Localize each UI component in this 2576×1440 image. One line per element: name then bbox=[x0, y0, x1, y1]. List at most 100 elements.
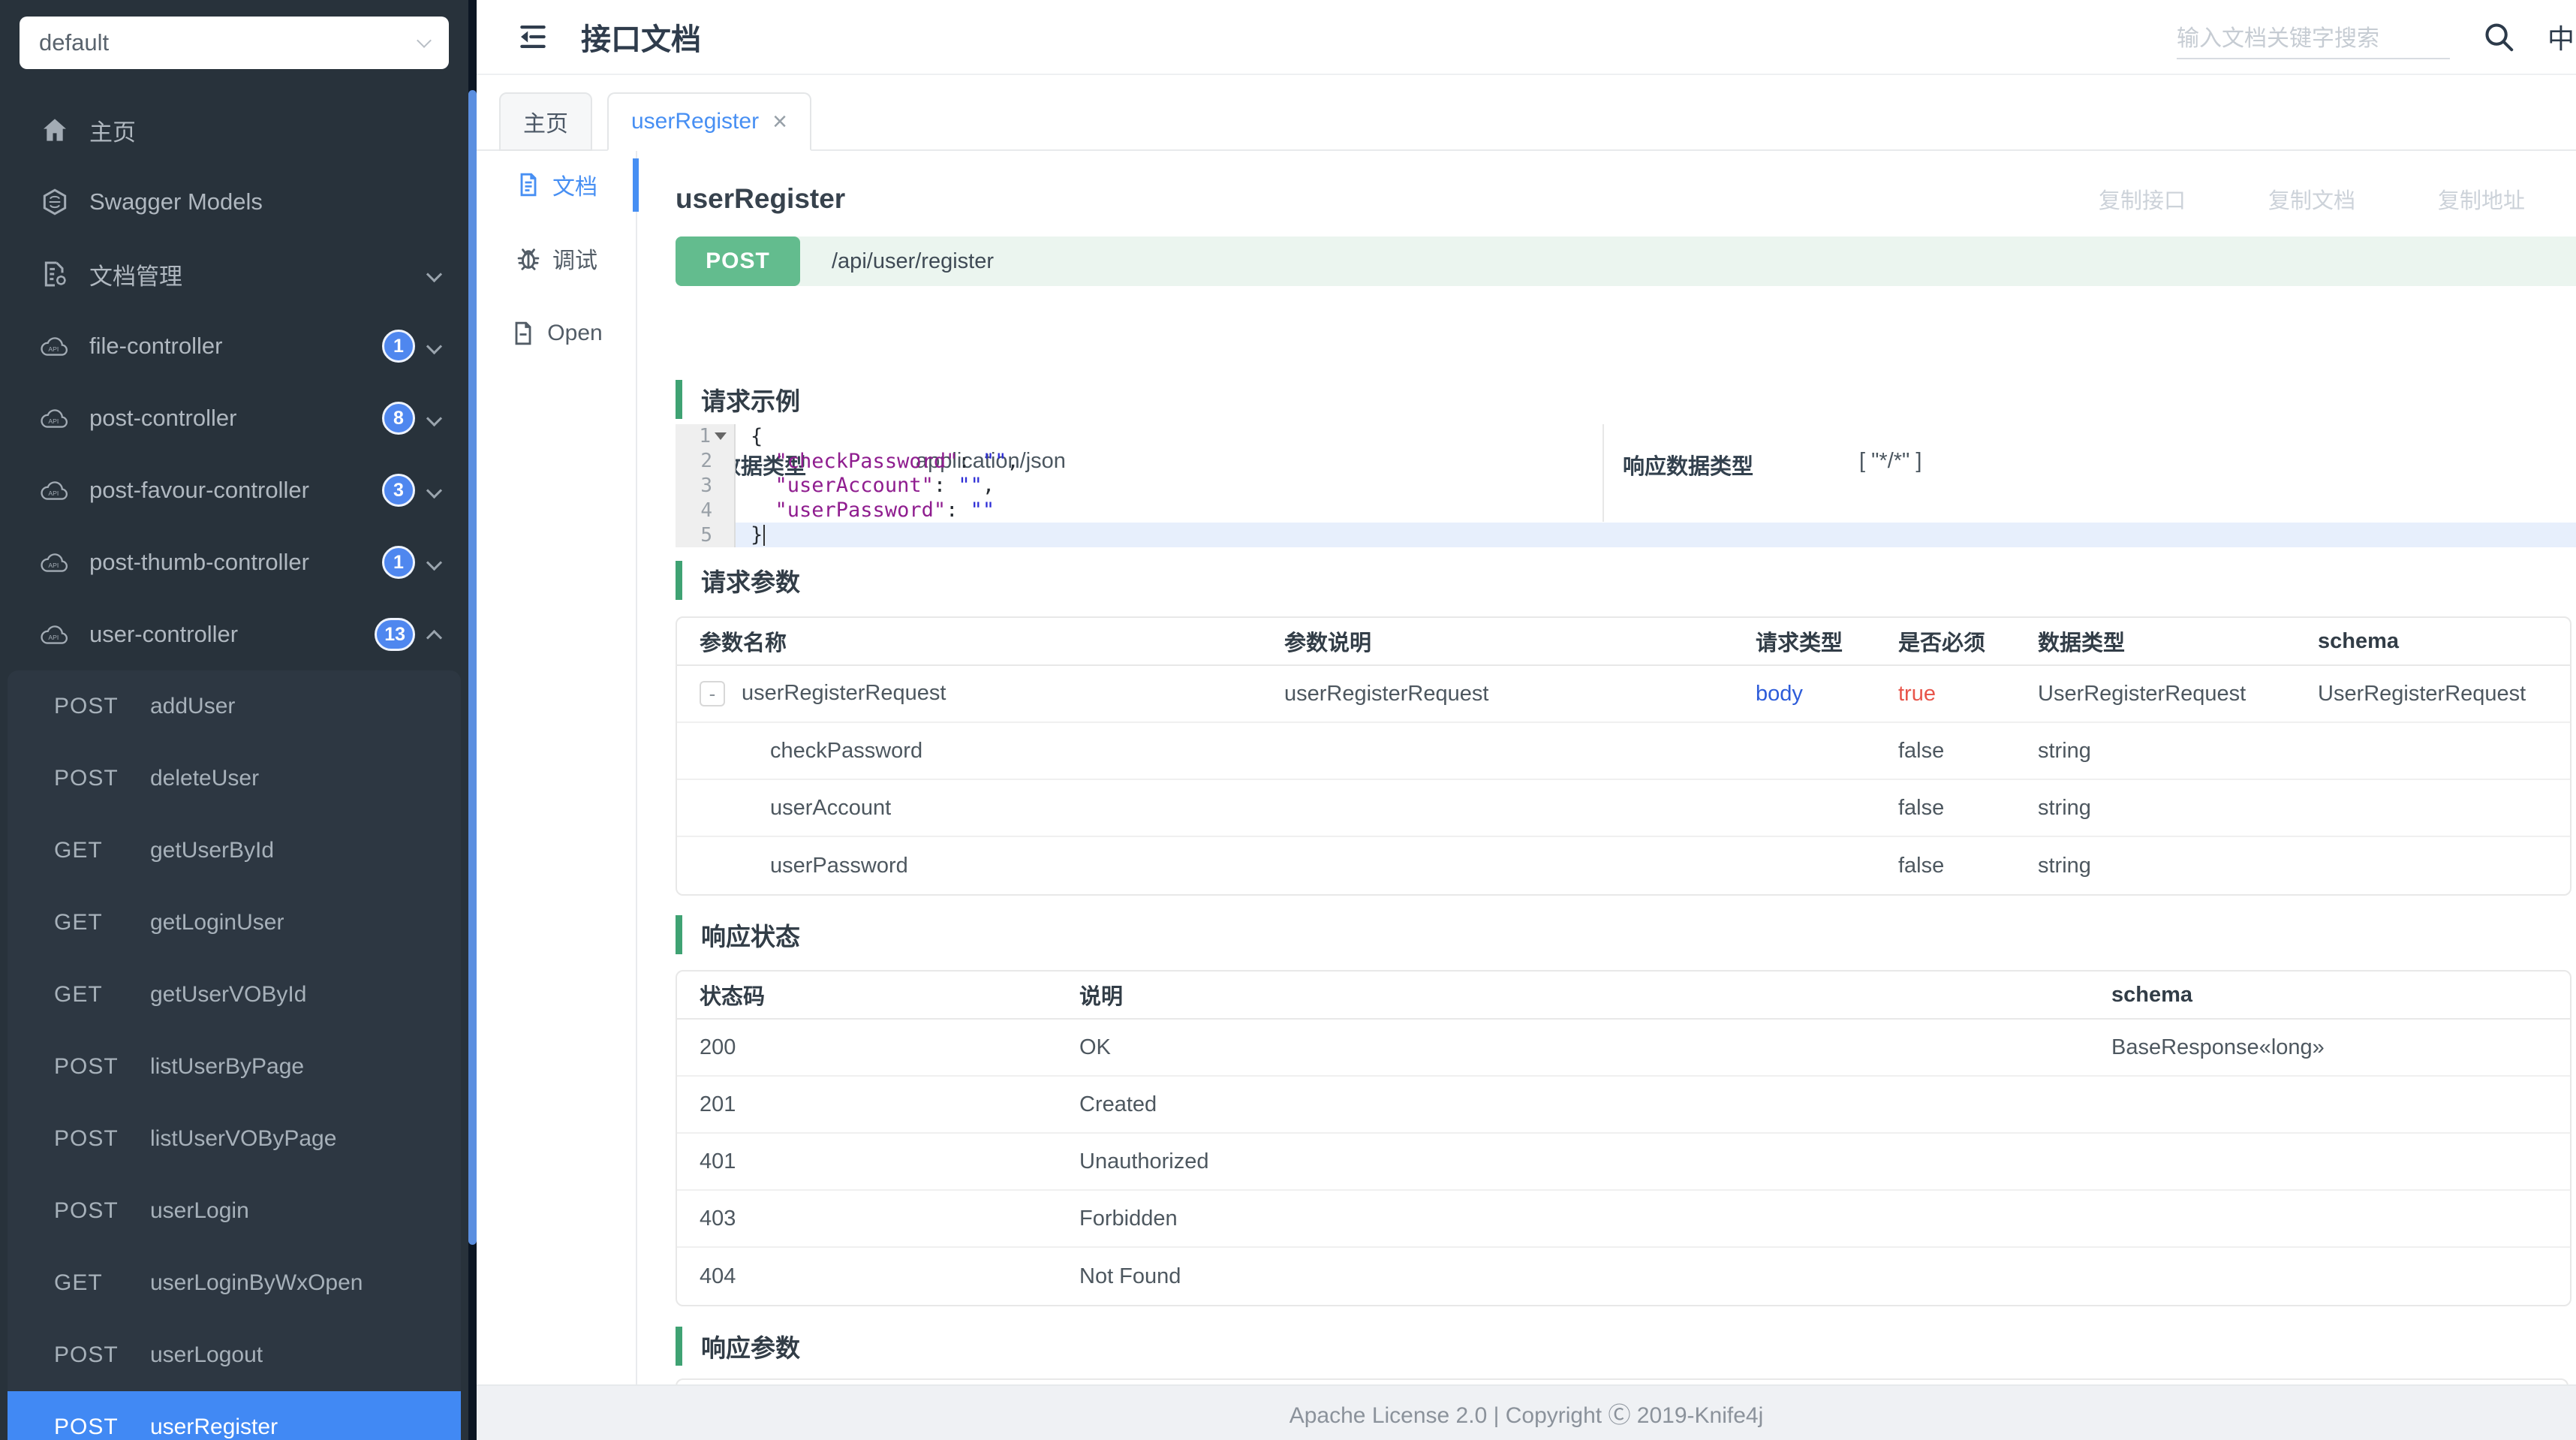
endpoint-bar: POST /api/user/register bbox=[676, 236, 2576, 286]
search-placeholder: 输入文档关键字搜索 bbox=[2177, 20, 2379, 53]
operation-item[interactable]: POSTdeleteUser bbox=[8, 743, 461, 815]
request-example-editor[interactable]: 1{2 "checkPassword": "",3 "userAccount":… bbox=[676, 424, 2576, 547]
api-cloud-icon: API bbox=[40, 619, 70, 649]
sidebar-item-0[interactable]: 主页 bbox=[0, 94, 468, 166]
sidebar-item-2[interactable]: 文档管理 bbox=[0, 238, 468, 310]
tab-label: userRegister bbox=[631, 109, 759, 134]
operation-name: getLoginUser bbox=[150, 910, 284, 935]
doc-nav: 文档调试 Open bbox=[477, 151, 636, 1384]
doc-nav-item-2[interactable]: Open bbox=[477, 309, 636, 358]
search-icon[interactable] bbox=[2481, 20, 2516, 54]
code-line: 5} bbox=[676, 523, 2576, 547]
api-cloud-icon: API bbox=[40, 331, 70, 361]
operation-method: POST bbox=[54, 694, 150, 719]
collapse-toggle[interactable]: - bbox=[700, 681, 725, 706]
response-params-table bbox=[676, 1378, 2568, 1384]
section-request-example: 请求示例 bbox=[676, 380, 800, 419]
status-desc-cell: OK bbox=[1057, 1020, 2089, 1077]
doc-nav-item-1[interactable]: 调试 bbox=[477, 233, 636, 283]
copy-link-0[interactable]: 复制接口 bbox=[2099, 183, 2186, 215]
operation-item[interactable]: POSTuserLogin bbox=[8, 1175, 461, 1247]
operation-item[interactable]: POSTaddUser bbox=[8, 670, 461, 743]
status-schema-cell bbox=[2089, 1191, 2570, 1248]
status-schema-cell: BaseResponse«long» bbox=[2089, 1020, 2570, 1077]
open-file-icon bbox=[510, 320, 537, 347]
status-schema-cell bbox=[2089, 1134, 2570, 1191]
tab-userRegister[interactable]: userRegister × bbox=[607, 92, 811, 151]
sidebar-item-3[interactable]: APIfile-controller1 bbox=[0, 310, 468, 382]
operation-name: addUser bbox=[150, 694, 235, 719]
sidebar-item-4[interactable]: APIpost-controller8 bbox=[0, 382, 468, 454]
param-name-cell: userPassword bbox=[677, 837, 1262, 894]
copy-link-2[interactable]: 复制地址 bbox=[2438, 183, 2525, 215]
operation-name: userLogout bbox=[150, 1342, 263, 1368]
operation-item[interactable]: POSTlistUserVOByPage bbox=[8, 1103, 461, 1175]
tab-主页[interactable]: 主页 bbox=[499, 92, 592, 151]
sidebar-item-label: post-favour-controller bbox=[89, 477, 309, 504]
sidebar-item-6[interactable]: APIpost-thumb-controller1 bbox=[0, 526, 468, 598]
chevron-down-icon bbox=[426, 410, 442, 426]
param-schema-cell bbox=[2295, 723, 2570, 780]
sidebar-scrollbar-thumb[interactable] bbox=[468, 90, 477, 1245]
operation-method: POST bbox=[54, 1342, 150, 1368]
fold-arrow-icon[interactable] bbox=[715, 432, 727, 440]
code-text: } bbox=[736, 523, 2576, 547]
doc-content: userRegister 复制接口复制文档复制地址 POST /api/user… bbox=[636, 151, 2576, 1384]
column-header: schema bbox=[2295, 618, 2570, 666]
sidebar-item-7[interactable]: APIuser-controller13 bbox=[0, 598, 468, 670]
operation-name: listUserVOByPage bbox=[150, 1126, 336, 1152]
search-input[interactable]: 输入文档关键字搜索 bbox=[2177, 14, 2450, 59]
section-marker bbox=[676, 561, 682, 600]
operation-item[interactable]: POSTuserRegister bbox=[8, 1391, 461, 1440]
doc-icon bbox=[515, 171, 542, 198]
operation-name: getUserById bbox=[150, 838, 274, 863]
sidebar-item-5[interactable]: APIpost-favour-controller3 bbox=[0, 454, 468, 526]
param-datatype-cell: UserRegisterRequest bbox=[2015, 666, 2295, 723]
close-icon[interactable]: × bbox=[772, 109, 787, 134]
column-header: 是否必须 bbox=[1876, 618, 2015, 666]
endpoint-path: /api/user/register bbox=[832, 249, 994, 274]
table-row: userAccountfalsestring bbox=[677, 780, 2570, 837]
operation-item[interactable]: GETgetUserById bbox=[8, 815, 461, 887]
response-status-table: 状态码说明schema200OKBaseResponse«long»201Cre… bbox=[676, 970, 2571, 1306]
copy-link-1[interactable]: 复制文档 bbox=[2268, 183, 2355, 215]
doc-nav-label: 文档 bbox=[552, 168, 597, 201]
chevron-down-icon bbox=[426, 482, 442, 498]
svg-text:API: API bbox=[48, 490, 59, 497]
group-select[interactable]: default bbox=[20, 17, 449, 69]
operation-item[interactable]: POSTuserLogout bbox=[8, 1319, 461, 1391]
sidebar-item-label: user-controller bbox=[89, 621, 238, 648]
code-line: 3 "userAccount": "", bbox=[676, 474, 2576, 499]
operation-item[interactable]: GETuserLoginByWxOpen bbox=[8, 1247, 461, 1319]
chevron-down-icon bbox=[426, 338, 442, 354]
operation-item[interactable]: GETgetLoginUser bbox=[8, 887, 461, 959]
operation-item[interactable]: GETgetUserVOById bbox=[8, 959, 461, 1031]
menu-fold-icon[interactable] bbox=[516, 20, 549, 53]
param-schema-cell bbox=[2295, 837, 2570, 894]
footer-text: Apache License 2.0 | Copyright Ⓒ 2019-Kn… bbox=[1290, 1396, 1764, 1429]
doc-manage-icon bbox=[40, 259, 70, 289]
language-toggle[interactable]: 中 bbox=[2547, 17, 2574, 56]
operation-name: userRegister bbox=[150, 1414, 278, 1440]
param-name-cell: userAccount bbox=[677, 780, 1262, 837]
param-name-cell: -userRegisterRequest bbox=[677, 666, 1262, 723]
code-text: "userPassword": "" bbox=[736, 498, 2576, 523]
param-required-cell: true bbox=[1876, 666, 2015, 723]
sidebar-item-label: 文档管理 bbox=[89, 258, 182, 291]
status-code-cell: 200 bbox=[677, 1020, 1057, 1077]
param-schema-cell: UserRegisterRequest bbox=[2295, 666, 2570, 723]
sidebar-scrollbar-track[interactable] bbox=[468, 0, 477, 1440]
param-desc-cell: userRegisterRequest bbox=[1262, 666, 1733, 723]
column-header: 请求类型 bbox=[1733, 618, 1876, 666]
operation-method: GET bbox=[54, 910, 150, 935]
operation-method: POST bbox=[54, 1054, 150, 1080]
operation-item[interactable]: POSTlistUserByPage bbox=[8, 1031, 461, 1103]
doc-nav-item-0[interactable]: 文档 bbox=[477, 160, 636, 209]
operation-method: POST bbox=[54, 1126, 150, 1152]
editor-divider bbox=[1602, 424, 1604, 522]
operation-name: userLoginByWxOpen bbox=[150, 1270, 363, 1296]
sidebar: default 主页Swagger Models 文档管理 APIfile-cont… bbox=[0, 0, 477, 1440]
svg-text:API: API bbox=[48, 345, 59, 353]
operation-method: GET bbox=[54, 982, 150, 1008]
sidebar-item-1[interactable]: Swagger Models bbox=[0, 166, 468, 238]
